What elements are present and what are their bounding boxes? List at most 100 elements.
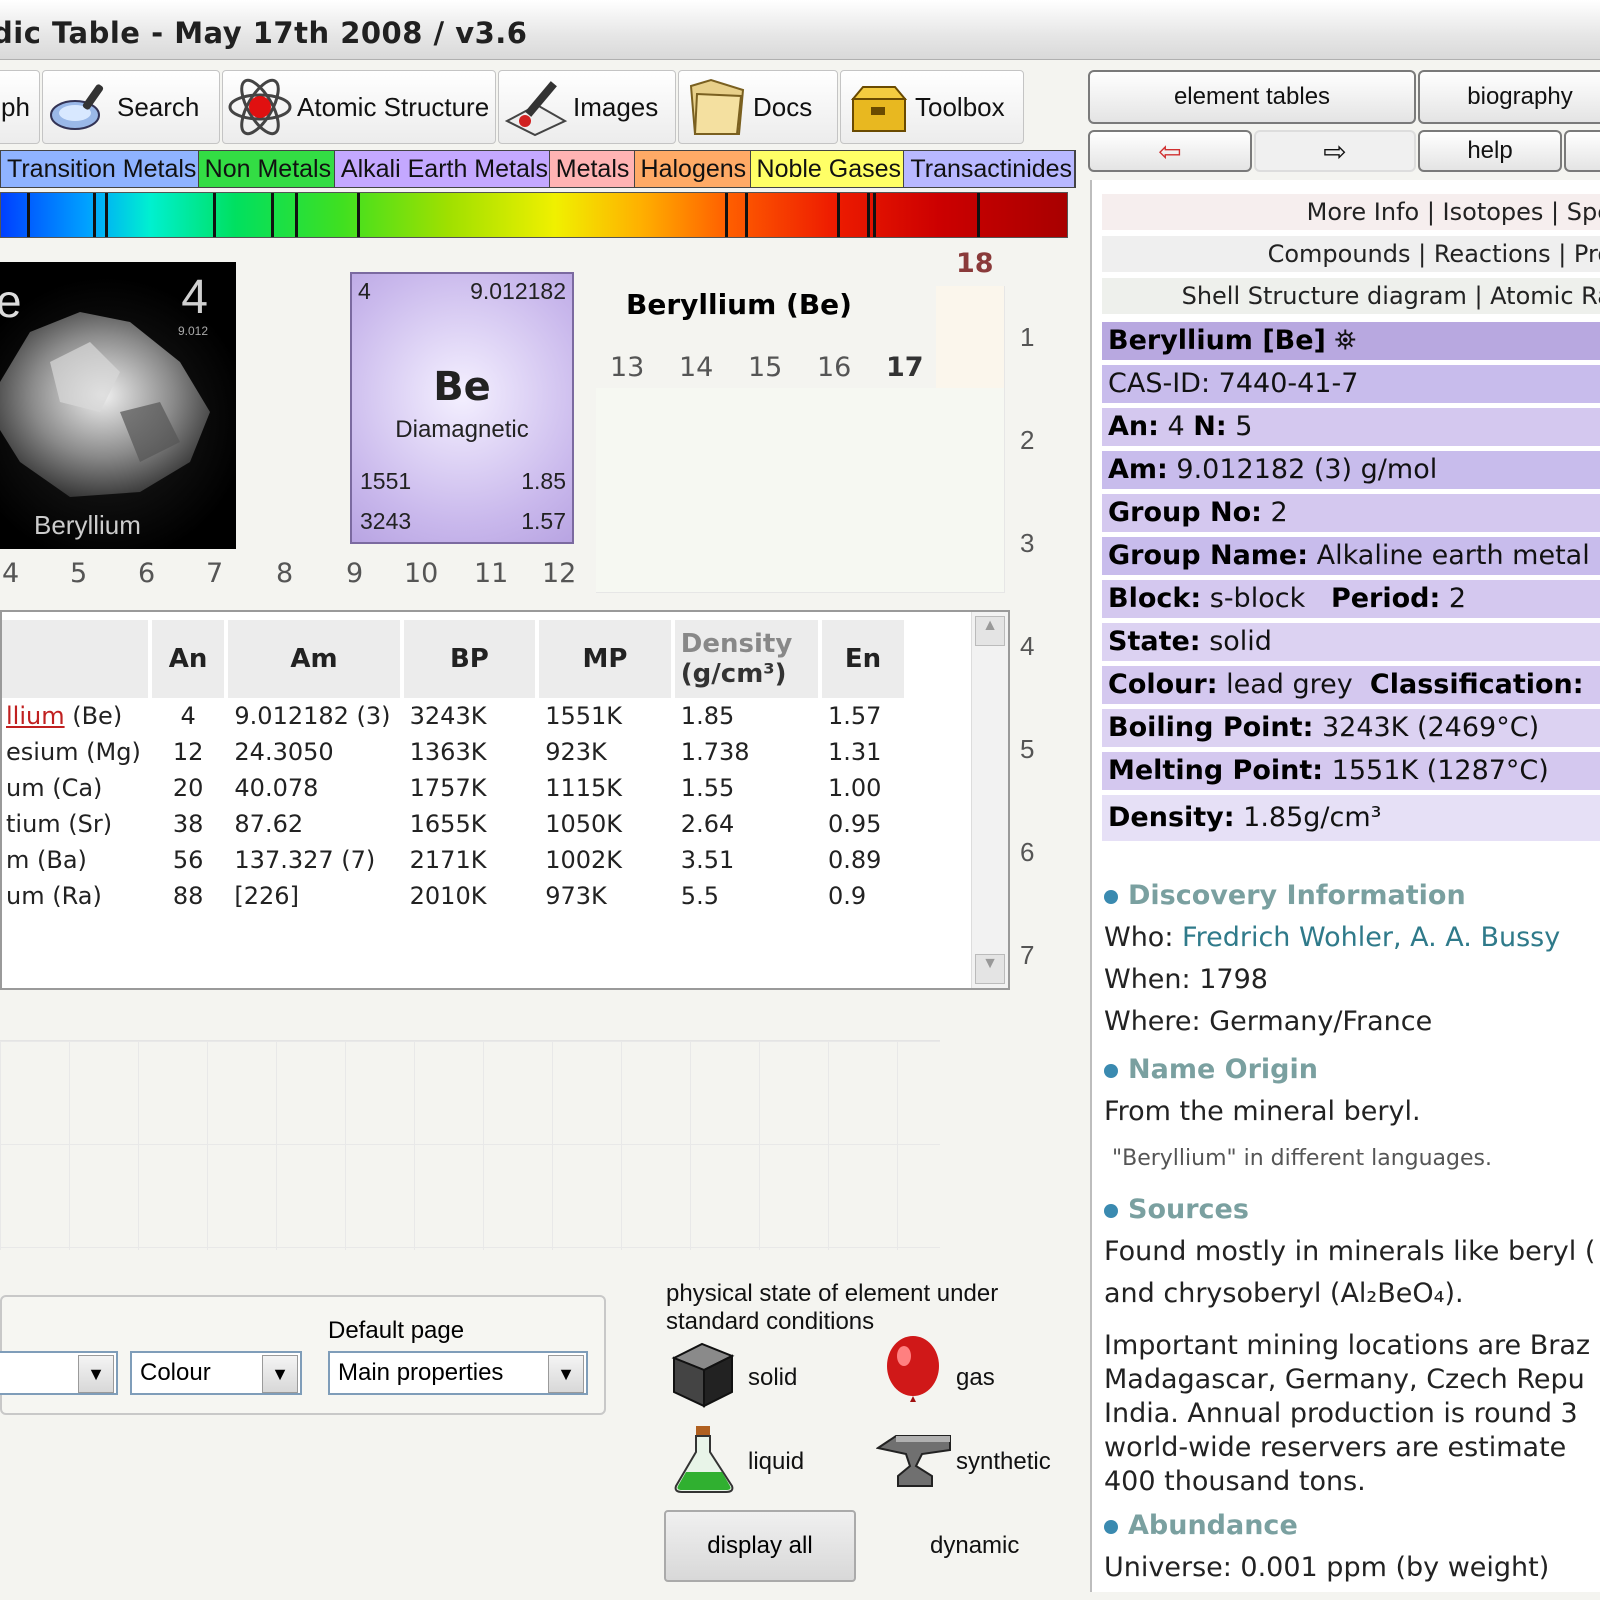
legend-liquid: liquid (748, 1448, 805, 1475)
classification-label: Classification: (1369, 669, 1584, 700)
col-density-header[interactable]: Density (g/cm³) (674, 620, 818, 698)
grid-cell[interactable] (732, 388, 801, 491)
toolbox-label: Toolbox (915, 91, 1005, 122)
property-spectrum[interactable] (0, 192, 1068, 238)
forward-arrow-icon: ⇨ (1323, 135, 1347, 167)
grid-cell[interactable] (664, 388, 733, 491)
nav-row-1-text[interactable]: More Info | Isotopes | Spe (1307, 198, 1600, 226)
table-row[interactable]: tium (Sr) 38 87.62 1655K 1050K 2.64 0.95 (2, 806, 904, 842)
table-row[interactable]: um (Ra) 88 [226] 2010K 973K 5.5 0.9 (2, 878, 904, 914)
languages-link[interactable]: "Beryllium" in different languages. (1112, 1146, 1492, 1171)
grid-cell[interactable] (936, 388, 1005, 491)
grid-cell[interactable] (732, 490, 801, 593)
bullet-icon (1104, 1204, 1118, 1218)
bp-label: Boiling Point: (1108, 712, 1314, 743)
table-scrollbar[interactable]: ▲ ▼ (971, 612, 1008, 988)
element-name-cell[interactable]: tium (Sr) (2, 806, 148, 842)
grid-cell[interactable] (596, 490, 665, 593)
nav-row-3[interactable]: Shell Structure diagram | Atomic Ra (1102, 278, 1600, 314)
grid-cell[interactable] (800, 490, 869, 593)
category-alkali-earth-metals[interactable]: Alkali Earth Metals (334, 151, 550, 187)
grid-cell[interactable] (868, 388, 937, 491)
chevron-down-icon[interactable]: ▼ (548, 1355, 584, 1393)
grid-cell[interactable] (800, 388, 869, 491)
col-name-header[interactable]: ne (2, 620, 148, 698)
category-halogens[interactable]: Halogens (634, 151, 751, 187)
element-tile[interactable]: 4 9.012182 Be Diamagnetic 1551 1.85 3243… (350, 272, 574, 544)
scroll-up-icon[interactable]: ▲ (975, 616, 1005, 646)
search-button[interactable]: Search (42, 70, 220, 144)
category-transition-metals[interactable]: Transition Metals (1, 151, 199, 187)
legend-gas: gas (956, 1364, 995, 1391)
scroll-down-icon[interactable]: ▼ (975, 954, 1005, 984)
cas-value: 7440-41-7 (1218, 368, 1359, 399)
nav-row-3-text[interactable]: Shell Structure diagram | Atomic Ra (1182, 282, 1600, 310)
abundance-title-text: Abundance (1128, 1510, 1298, 1541)
who-link[interactable]: Fredrich Wohler, A. A. Bussy (1182, 922, 1560, 953)
tile-symbol: Be (433, 364, 491, 410)
docs-button[interactable]: Docs (678, 70, 838, 144)
back-button[interactable]: ⇦ (1088, 130, 1252, 172)
biography-label: biography (1467, 83, 1573, 110)
display-all-button[interactable]: display all (664, 1510, 856, 1582)
category-noble-gases[interactable]: Noble Gases (750, 151, 905, 187)
chevron-down-icon[interactable]: ▼ (78, 1355, 114, 1393)
category-metals[interactable]: Metals (549, 151, 635, 187)
element-tables-label: element tables (1173, 83, 1331, 110)
grid-cell[interactable] (596, 388, 665, 491)
table-row[interactable]: llium (Be) 4 9.012182 (3) 3243K 1551K 1.85 1.5… (2, 698, 904, 734)
forward-button[interactable]: ⇨ (1254, 130, 1416, 172)
element-name-cell[interactable]: um (Ca) (2, 770, 148, 806)
name-origin-section-title[interactable]: Name Origin (1104, 1054, 1318, 1085)
element-tables-button[interactable]: element tables (1088, 70, 1416, 124)
group-18-label: 18 (956, 248, 994, 279)
title-bar: dic Table - May 17th 2008 / v3.6 (0, 0, 1600, 60)
col-bp-header[interactable]: BP (403, 620, 536, 698)
help-button[interactable]: help (1418, 130, 1562, 172)
mp-value: 1551K (1287°C) (1331, 755, 1549, 786)
col-am-header[interactable]: Am (228, 620, 400, 698)
element-name-cell[interactable]: esium (Mg) (2, 734, 148, 770)
cell-an: 20 (172, 774, 204, 802)
nav-row-2[interactable]: Compounds | Reactions | Pro (1102, 236, 1600, 272)
grid-cell[interactable] (868, 490, 937, 593)
element-name-cell[interactable]: um (Ra) (2, 878, 148, 914)
abundance-section-title[interactable]: Abundance (1104, 1510, 1298, 1541)
binoculars-icon[interactable]: ⛯ (1335, 325, 1357, 356)
col-an-header[interactable]: An (151, 620, 225, 698)
grid-cell[interactable] (936, 490, 1005, 593)
dynamic-toggle[interactable]: dynamic (930, 1532, 1019, 1560)
element-name-cell[interactable]: m (Ba) (2, 842, 148, 878)
bp-value: 3243K (2469°C) (1321, 712, 1540, 743)
tile-magnetism: Diamagnetic (395, 416, 529, 443)
property-select[interactable]: ▼ (0, 1351, 118, 1395)
category-non-metals[interactable]: Non Metals (198, 151, 335, 187)
nav-row-2-text[interactable]: Compounds | Reactions | Pro (1268, 240, 1600, 268)
category-transactinides[interactable]: Transactinides (904, 151, 1075, 187)
toolbox-button[interactable]: Toolbox (840, 70, 1024, 144)
biography-button[interactable]: biography (1418, 70, 1600, 124)
discovery-section-title[interactable]: Discovery Information (1104, 880, 1466, 911)
images-button[interactable]: Images (498, 70, 676, 144)
nav-row-1[interactable]: More Info | Isotopes | Spe (1102, 194, 1600, 230)
sources-section-title[interactable]: Sources (1104, 1194, 1249, 1225)
col-en-header[interactable]: En (821, 620, 904, 698)
chevron-down-icon[interactable]: ▼ (262, 1355, 298, 1393)
cas-label: CAS-ID: (1108, 368, 1211, 399)
col-mp-header[interactable]: MP (539, 620, 671, 698)
grid-cell[interactable] (664, 490, 733, 593)
where-label: Where: (1104, 1006, 1201, 1037)
grid-cell[interactable] (936, 286, 1005, 389)
table-row[interactable]: um (Ca) 20 40.078 1757K 1115K 1.55 1.00 (2, 770, 904, 806)
table-row[interactable]: esium (Mg) 12 24.3050 1363K 923K 1.738 1.31 (2, 734, 904, 770)
atomic-structure-button[interactable]: Atomic Structure (222, 70, 496, 144)
graph-button[interactable]: ph (0, 70, 40, 144)
extra-button[interactable] (1564, 130, 1600, 172)
cell-an: 56 (172, 846, 204, 874)
default-page-select[interactable]: Main properties ▼ (328, 1351, 588, 1395)
group-label: 10 (404, 558, 439, 589)
element-name-cell[interactable]: llium (Be) (2, 698, 148, 734)
element-name-link[interactable]: llium (6, 702, 65, 730)
colour-select[interactable]: Colour ▼ (130, 1351, 302, 1395)
table-row[interactable]: m (Ba) 56 137.327 (7) 2171K 1002K 3.51 0.89 (2, 842, 904, 878)
